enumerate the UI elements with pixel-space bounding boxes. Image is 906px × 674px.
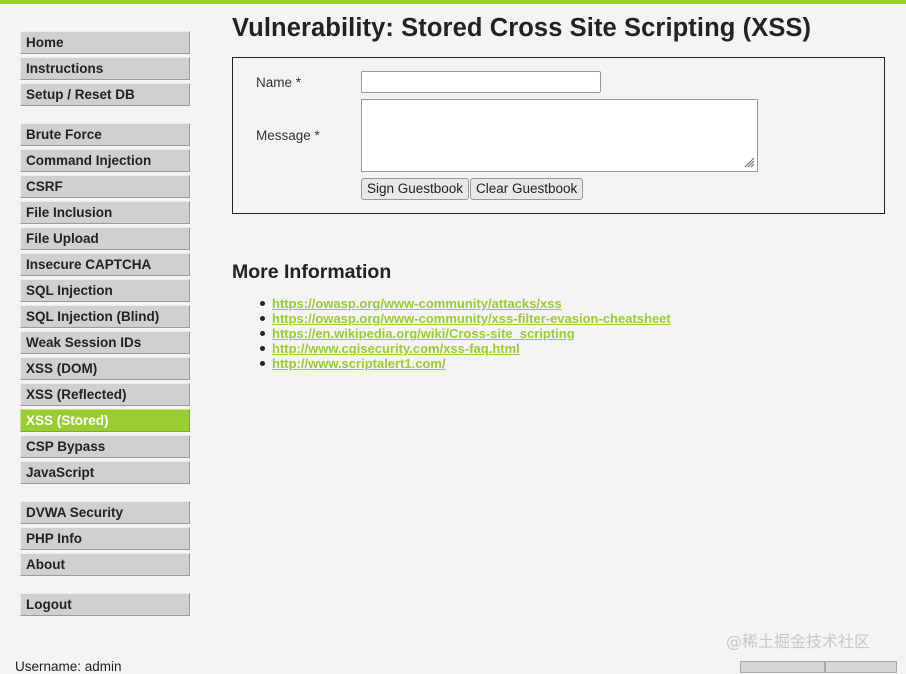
top-accent-bar xyxy=(0,0,906,4)
more-information-heading: More Information xyxy=(232,261,392,283)
footer-button[interactable] xyxy=(740,661,825,673)
sidebar-item-home[interactable]: Home xyxy=(20,31,190,54)
sidebar-item-csrf[interactable]: CSRF xyxy=(20,175,190,198)
sidebar-item-xss-stored[interactable]: XSS (Stored) xyxy=(20,409,190,432)
username-status: Username: admin xyxy=(15,659,122,674)
bullet-icon xyxy=(260,346,265,351)
menu-group-session: Logout xyxy=(20,593,190,616)
sidebar-item-weak-session-ids[interactable]: Weak Session IDs xyxy=(20,331,190,354)
reference-link[interactable]: https://en.wikipedia.org/wiki/Cross-site… xyxy=(272,326,575,341)
bullet-icon xyxy=(260,361,265,366)
reference-links-list: https://owasp.org/www-community/attacks/… xyxy=(258,296,671,371)
sidebar-item-instructions[interactable]: Instructions xyxy=(20,57,190,80)
sidebar-item-xss-dom[interactable]: XSS (DOM) xyxy=(20,357,190,380)
sidebar-item-sql-injection[interactable]: SQL Injection xyxy=(20,279,190,302)
sidebar-item-logout[interactable]: Logout xyxy=(20,593,190,616)
reference-link[interactable]: http://www.cgisecurity.com/xss-faq.html xyxy=(272,341,520,356)
reference-link[interactable]: http://www.scriptalert1.com/ xyxy=(272,356,446,371)
list-item: https://owasp.org/www-community/xss-filt… xyxy=(258,311,671,326)
menu-group-settings: DVWA Security PHP Info About xyxy=(20,501,190,576)
menu-group-vulnerabilities: Brute Force Command Injection CSRF File … xyxy=(20,123,190,484)
sidebar-item-xss-reflected[interactable]: XSS (Reflected) xyxy=(20,383,190,406)
bullet-icon xyxy=(260,316,265,321)
bullet-icon xyxy=(260,301,265,306)
message-textarea[interactable] xyxy=(361,99,758,172)
name-label: Name * xyxy=(256,75,302,90)
menu-group-general: Home Instructions Setup / Reset DB xyxy=(20,31,190,106)
page-title: Vulnerability: Stored Cross Site Scripti… xyxy=(232,14,812,42)
sidebar-item-brute-force[interactable]: Brute Force xyxy=(20,123,190,146)
list-item: https://en.wikipedia.org/wiki/Cross-site… xyxy=(258,326,671,341)
sidebar-item-javascript[interactable]: JavaScript xyxy=(20,461,190,484)
sidebar-item-sql-injection-blind[interactable]: SQL Injection (Blind) xyxy=(20,305,190,328)
sidebar-item-dvwa-security[interactable]: DVWA Security xyxy=(20,501,190,524)
sidebar-item-command-injection[interactable]: Command Injection xyxy=(20,149,190,172)
list-item: http://www.cgisecurity.com/xss-faq.html xyxy=(258,341,671,356)
resize-grip-icon[interactable] xyxy=(743,156,755,168)
clear-guestbook-button[interactable]: Clear Guestbook xyxy=(470,178,584,200)
sidebar-item-php-info[interactable]: PHP Info xyxy=(20,527,190,550)
list-item: http://www.scriptalert1.com/ xyxy=(258,356,671,371)
sidebar-item-file-inclusion[interactable]: File Inclusion xyxy=(20,201,190,224)
name-input[interactable] xyxy=(361,71,601,93)
sidebar-item-setup-reset-db[interactable]: Setup / Reset DB xyxy=(20,83,190,106)
sidebar-item-csp-bypass[interactable]: CSP Bypass xyxy=(20,435,190,458)
sidebar-item-file-upload[interactable]: File Upload xyxy=(20,227,190,250)
list-item: https://owasp.org/www-community/attacks/… xyxy=(258,296,671,311)
message-label: Message * xyxy=(256,128,320,143)
sidebar-menu: Home Instructions Setup / Reset DB Brute… xyxy=(20,31,190,633)
reference-link[interactable]: https://owasp.org/www-community/xss-filt… xyxy=(272,311,671,326)
main-content: Vulnerability: Stored Cross Site Scripti… xyxy=(232,14,892,371)
bullet-icon xyxy=(260,331,265,336)
reference-link[interactable]: https://owasp.org/www-community/attacks/… xyxy=(272,296,562,311)
sidebar-item-insecure-captcha[interactable]: Insecure CAPTCHA xyxy=(20,253,190,276)
footer-button[interactable] xyxy=(825,661,897,673)
sidebar-item-about[interactable]: About xyxy=(20,553,190,576)
watermark: @稀土掘金技术社区 xyxy=(726,632,871,651)
guestbook-form: Name * Message * Sign Guestbook Clear Gu… xyxy=(232,57,885,214)
sign-guestbook-button[interactable]: Sign Guestbook xyxy=(361,178,470,200)
